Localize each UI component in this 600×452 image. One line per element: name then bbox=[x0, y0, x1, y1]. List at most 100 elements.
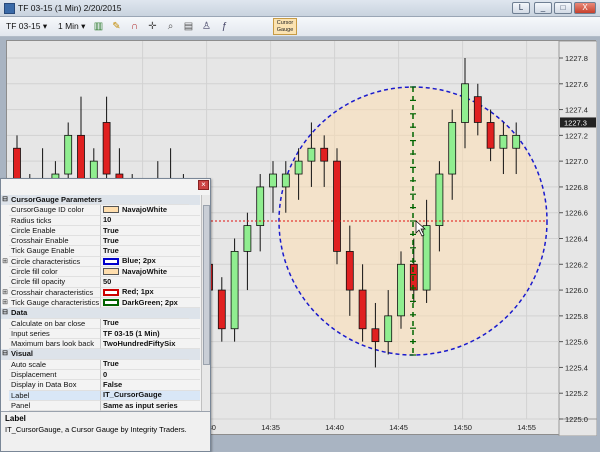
property-category[interactable]: ⊟ Visual bbox=[1, 349, 200, 360]
app-icon bbox=[4, 3, 15, 14]
property-row[interactable]: Auto scale True bbox=[1, 359, 200, 371]
interval-selector[interactable]: 1 Min ▾ bbox=[58, 20, 85, 33]
scrollbar-thumb[interactable] bbox=[203, 205, 210, 365]
expand-toggle-icon[interactable]: ⊞ bbox=[1, 288, 9, 298]
time-axis-label: 14:50 bbox=[453, 423, 472, 432]
properties-icon[interactable]: ▤ bbox=[182, 20, 195, 33]
color-swatch bbox=[103, 257, 119, 265]
up-candle bbox=[512, 134, 521, 149]
expand-toggle-icon bbox=[1, 370, 9, 380]
property-row[interactable]: Tick Gauge Enable True bbox=[1, 246, 200, 257]
down-candle bbox=[333, 160, 341, 252]
property-value[interactable]: Same as input series bbox=[101, 401, 200, 412]
property-row[interactable]: ⊞ Crosshair characteristics Red; 1px bbox=[1, 287, 200, 298]
property-row[interactable]: Input series TF 03-15 (1 Min) bbox=[1, 328, 200, 340]
close-button[interactable]: X bbox=[574, 2, 596, 14]
up-candle bbox=[294, 160, 303, 175]
property-value[interactable]: True bbox=[101, 359, 200, 371]
expand-toggle-icon bbox=[1, 236, 9, 246]
down-candle bbox=[102, 122, 111, 175]
property-name: Displacement bbox=[9, 370, 101, 381]
cursor-gauge-button[interactable]: Cursor Gauge bbox=[273, 18, 297, 35]
property-value[interactable]: 50 bbox=[101, 277, 200, 288]
property-value-text: True bbox=[103, 225, 119, 235]
property-value-text: True bbox=[103, 359, 119, 369]
bar-chart-icon[interactable]: ▥ bbox=[92, 20, 105, 33]
property-row[interactable]: Circle fill color NavajoWhite bbox=[1, 267, 200, 278]
property-row[interactable]: Displacement 0 bbox=[1, 370, 200, 381]
indicators-icon[interactable]: ƒ bbox=[218, 20, 231, 33]
property-name: Tick Gauge characteristics bbox=[9, 297, 101, 309]
property-value-text: IT_CursorGauge bbox=[103, 390, 162, 400]
property-value-text: NavajoWhite bbox=[122, 205, 168, 214]
crosshair-icon[interactable]: ✛ bbox=[146, 20, 159, 33]
property-value[interactable]: 0 bbox=[101, 370, 200, 381]
property-value[interactable]: IT_CursorGauge bbox=[101, 390, 200, 401]
up-candle bbox=[230, 250, 239, 330]
property-value[interactable]: NavajoWhite bbox=[101, 267, 200, 278]
property-row[interactable]: Display in Data Box False bbox=[1, 380, 200, 391]
maximize-button[interactable]: □ bbox=[554, 2, 572, 14]
property-row[interactable]: Maximum bars look back TwoHundredFiftySix bbox=[1, 339, 200, 350]
property-value-text: NavajoWhite bbox=[122, 267, 168, 276]
property-name: Circle characteristics bbox=[9, 256, 101, 268]
property-value[interactable]: 10 bbox=[101, 216, 200, 226]
property-row[interactable]: ⊞ Circle characteristics Blue; 2px bbox=[1, 256, 200, 268]
expand-toggle-icon[interactable]: ⊞ bbox=[1, 257, 9, 267]
strategies-icon[interactable]: ♙ bbox=[200, 20, 213, 33]
property-row[interactable]: CursorGauge ID color NavajoWhite bbox=[1, 205, 200, 216]
expand-toggle-icon bbox=[1, 380, 9, 390]
magnet-icon[interactable]: ∩ bbox=[128, 20, 141, 33]
property-value[interactable]: True bbox=[101, 246, 200, 257]
zoom-icon[interactable]: ⌕ bbox=[164, 20, 177, 33]
property-value[interactable]: Red; 1px bbox=[101, 288, 200, 298]
up-candle bbox=[435, 173, 444, 227]
property-scrollbar[interactable] bbox=[201, 195, 210, 421]
property-value-text: Red; 1px bbox=[122, 287, 154, 297]
expand-toggle-icon bbox=[1, 267, 9, 277]
property-category[interactable]: ⊟ CursorGauge Parameters bbox=[1, 195, 200, 206]
down-candle bbox=[358, 289, 367, 330]
up-candle bbox=[269, 173, 277, 188]
expand-toggle-icon[interactable]: ⊟ bbox=[1, 349, 9, 359]
property-value-text: 50 bbox=[103, 277, 112, 287]
up-candle bbox=[397, 263, 405, 317]
property-row[interactable]: Circle Enable True bbox=[1, 225, 200, 237]
property-row[interactable]: ⊞ Tick Gauge characteristics DarkGreen; 2p… bbox=[1, 297, 200, 309]
property-value-text: DarkGreen; 2px bbox=[122, 297, 178, 307]
property-category[interactable]: ⊟ Data bbox=[1, 308, 200, 319]
link-button[interactable]: L bbox=[512, 2, 530, 14]
down-candle bbox=[409, 263, 418, 291]
expand-toggle-icon bbox=[1, 246, 9, 256]
property-value[interactable]: True bbox=[101, 236, 200, 247]
property-value[interactable]: Blue; 2px bbox=[101, 257, 200, 268]
property-value[interactable]: True bbox=[101, 225, 200, 237]
panel-close-button[interactable]: × bbox=[198, 180, 209, 190]
property-value[interactable]: DarkGreen; 2px bbox=[101, 297, 200, 309]
expand-toggle-icon[interactable]: ⊟ bbox=[1, 308, 9, 318]
window-title: TF 03-15 (1 Min) 2/20/2015 bbox=[18, 3, 122, 13]
property-value[interactable]: NavajoWhite bbox=[101, 205, 200, 216]
minimize-button[interactable]: _ bbox=[534, 2, 552, 14]
property-value-text: True bbox=[103, 246, 119, 256]
price-axis-label: 1226.6 bbox=[565, 209, 588, 218]
instrument-selector[interactable]: TF 03-15 ▾ bbox=[6, 20, 47, 33]
property-row[interactable]: Label IT_CursorGauge bbox=[1, 390, 200, 401]
property-value[interactable]: False bbox=[101, 380, 200, 391]
property-value[interactable]: True bbox=[101, 319, 200, 329]
property-value[interactable]: TF 03-15 (1 Min) bbox=[101, 329, 200, 340]
price-axis-label: 1225.2 bbox=[565, 389, 588, 398]
property-row[interactable]: Circle fill opacity 50 bbox=[1, 277, 200, 288]
property-value[interactable]: TwoHundredFiftySix bbox=[101, 339, 200, 350]
expand-toggle-icon[interactable]: ⊞ bbox=[1, 298, 9, 308]
property-row[interactable]: Calculate on bar close True bbox=[1, 318, 200, 329]
price-axis-label: 1225.4 bbox=[565, 363, 588, 372]
property-row[interactable]: Radius ticks 10 bbox=[1, 215, 200, 226]
property-row[interactable]: Panel Same as input series bbox=[1, 400, 200, 412]
up-candle bbox=[281, 173, 290, 188]
expand-toggle-icon bbox=[1, 391, 9, 401]
pencil-icon[interactable]: ✎ bbox=[110, 20, 123, 33]
property-row[interactable]: Crosshair Enable True bbox=[1, 236, 200, 247]
property-help-box: Label IT_CursorGauge, a Cursor Gauge by … bbox=[1, 411, 210, 451]
expand-toggle-icon[interactable]: ⊟ bbox=[1, 195, 9, 205]
